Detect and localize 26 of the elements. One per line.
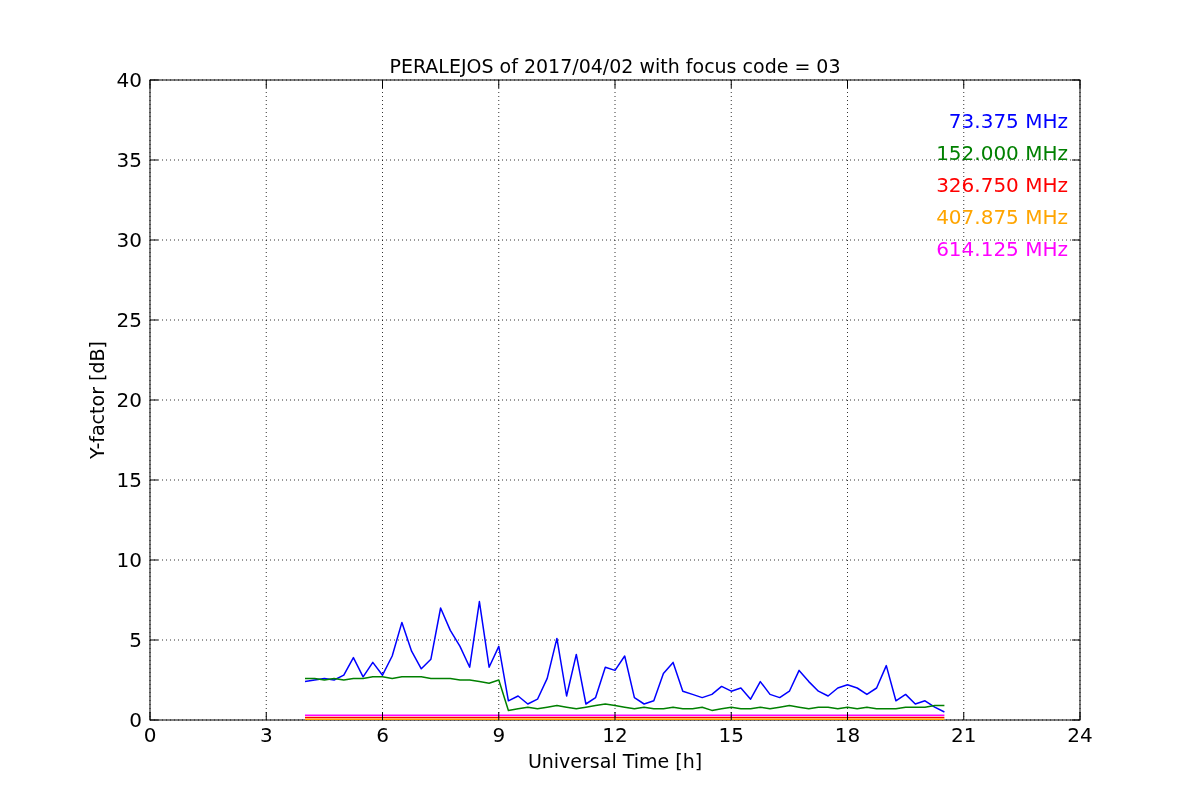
y-tick-label: 15 — [116, 468, 142, 492]
x-tick-label: 3 — [259, 723, 273, 747]
x-tick-label: 6 — [376, 723, 389, 747]
x-axis-label: Universal Time [h] — [527, 750, 703, 772]
legend-label: 73.375 MHz — [948, 109, 1068, 133]
y-tick-label: 35 — [116, 148, 142, 172]
x-tick-label: 15 — [718, 723, 744, 747]
x-tick-label: 24 — [1067, 723, 1093, 747]
y-tick-label: 20 — [116, 388, 142, 412]
chart-title: PERALEJOS of 2017/04/02 with focus code = 03 — [389, 55, 841, 77]
y-tick-label: 5 — [129, 628, 142, 652]
x-tick-label: 21 — [951, 723, 977, 747]
x-tick-label: 18 — [834, 723, 861, 747]
y-axis-label: Y-factor [dB] — [86, 341, 108, 459]
y-tick-label: 0 — [129, 708, 142, 732]
y-tick-label: 25 — [116, 308, 142, 332]
y-tick-label: 10 — [116, 548, 142, 572]
x-tick-label: 9 — [492, 723, 506, 747]
y-tick-label: 30 — [116, 228, 142, 252]
legend-label: 152.000 MHz — [936, 141, 1068, 165]
legend-label: 326.750 MHz — [936, 173, 1068, 197]
x-tick-label: 12 — [602, 723, 628, 747]
x-tick-label: 0 — [143, 723, 157, 747]
y-tick-label: 40 — [116, 68, 142, 92]
legend-label: 614.125 MHz — [936, 237, 1068, 261]
legend-label: 407.875 MHz — [936, 205, 1068, 229]
